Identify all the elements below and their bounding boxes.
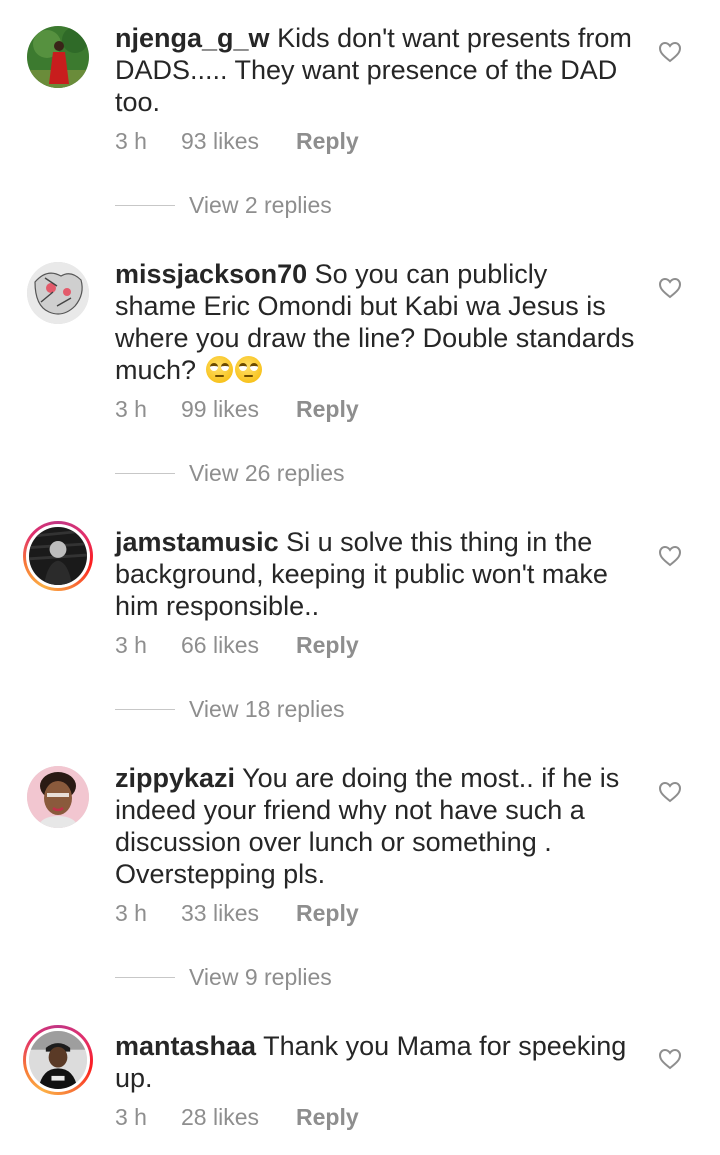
comment-username[interactable]: mantashaa	[115, 1031, 256, 1061]
view-replies[interactable]: View 9 replies	[115, 964, 332, 991]
comment-text: jamstamusic Si u solve this thing in the…	[115, 526, 635, 622]
view-replies-label[interactable]: View 9 replies	[189, 964, 332, 991]
heart-outline-icon[interactable]	[658, 41, 682, 63]
view-replies-label[interactable]: View 2 replies	[189, 192, 332, 219]
heart-outline-icon[interactable]	[658, 781, 682, 803]
heart-outline-icon[interactable]	[658, 277, 682, 299]
replies-divider	[115, 473, 175, 474]
person-red-dress-avatar	[27, 26, 89, 88]
eye-roll-emoji	[205, 356, 233, 383]
comment-text: mantashaa Thank you Mama for speeking up…	[115, 1030, 635, 1094]
reply-button[interactable]: Reply	[296, 396, 359, 423]
comment-time: 3 h	[115, 128, 147, 154]
reply-button[interactable]: Reply	[296, 900, 359, 927]
comment-meta: 3 h 93 likes Reply	[115, 128, 359, 155]
avatar[interactable]	[23, 258, 93, 328]
reply-button[interactable]: Reply	[296, 128, 359, 155]
reply-button[interactable]: Reply	[296, 1104, 359, 1131]
eye-roll-emoji	[234, 356, 262, 383]
comment-likes[interactable]: 99 likes	[181, 396, 296, 423]
replies-divider	[115, 205, 175, 206]
comment-username[interactable]: jamstamusic	[115, 527, 279, 557]
man-cap-avatar	[29, 1031, 87, 1089]
comment-likes[interactable]: 93 likes	[181, 128, 296, 155]
heart-outline-icon[interactable]	[658, 545, 682, 567]
comment-time: 3 h	[115, 1104, 147, 1130]
avatar[interactable]	[23, 1025, 93, 1095]
comment-time: 3 h	[115, 396, 147, 422]
avatar[interactable]	[23, 762, 93, 832]
view-replies[interactable]: View 18 replies	[115, 696, 345, 723]
comment-text: missjackson70 So you can publicly shame …	[115, 258, 635, 386]
view-replies-label[interactable]: View 18 replies	[189, 696, 345, 723]
replies-divider	[115, 709, 175, 710]
comment-time: 3 h	[115, 900, 147, 926]
comment-meta: 3 h 66 likes Reply	[115, 632, 359, 659]
comment-meta: 3 h 33 likes Reply	[115, 900, 359, 927]
illustration-avatar	[27, 262, 89, 324]
avatar[interactable]	[23, 521, 93, 591]
comment-username[interactable]: njenga_g_w	[115, 23, 270, 53]
reply-button[interactable]: Reply	[296, 632, 359, 659]
heart-outline-icon[interactable]	[658, 1048, 682, 1070]
avatar[interactable]	[23, 22, 93, 92]
woman-portrait-avatar	[27, 766, 89, 828]
comment-likes[interactable]: 66 likes	[181, 632, 296, 659]
view-replies[interactable]: View 26 replies	[115, 460, 345, 487]
view-replies[interactable]: View 2 replies	[115, 192, 332, 219]
comment-meta: 3 h 99 likes Reply	[115, 396, 359, 423]
comment-time: 3 h	[115, 632, 147, 658]
comment-likes[interactable]: 33 likes	[181, 900, 296, 927]
comment-text: zippykazi You are doing the most.. if he…	[115, 762, 635, 890]
comment-likes[interactable]: 28 likes	[181, 1104, 296, 1131]
comment-username[interactable]: missjackson70	[115, 259, 307, 289]
replies-divider	[115, 977, 175, 978]
view-replies-label[interactable]: View 26 replies	[189, 460, 345, 487]
comment-text: njenga_g_w Kids don't want presents from…	[115, 22, 635, 118]
comment-meta: 3 h 28 likes Reply	[115, 1104, 359, 1131]
comment-username[interactable]: zippykazi	[115, 763, 235, 793]
dark-photo-avatar	[29, 527, 87, 585]
